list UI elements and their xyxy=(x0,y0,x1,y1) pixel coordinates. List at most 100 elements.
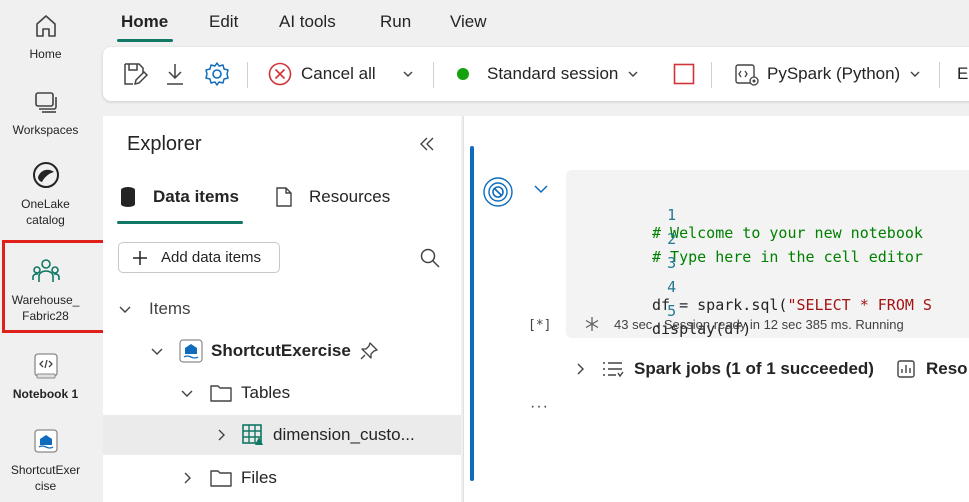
save-edit-icon xyxy=(124,63,149,86)
session-dropdown[interactable]: Standard session xyxy=(457,47,640,101)
cell-status-text: 43 sec - Session ready in 12 sec 385 ms.… xyxy=(614,316,904,332)
download-button[interactable] xyxy=(163,47,187,101)
job-list-icon xyxy=(603,362,624,378)
collapse-explorer-button[interactable] xyxy=(417,134,437,159)
cancel-circle-icon xyxy=(268,62,292,86)
collapse-cell-button[interactable] xyxy=(532,180,550,203)
tree-table-item[interactable]: dimension_custo... xyxy=(103,415,461,455)
session-status-dot xyxy=(457,68,469,80)
rail-onelake-catalog[interactable]: OneLake catalog xyxy=(0,160,91,228)
chevron-down-icon xyxy=(628,71,638,77)
overflow-label: En xyxy=(957,64,969,83)
running-asterisk-icon xyxy=(585,317,599,331)
table-shortcut-icon xyxy=(242,424,263,445)
stop-session-button[interactable] xyxy=(673,47,695,101)
home-icon xyxy=(35,15,56,37)
double-chevron-left-icon xyxy=(420,137,434,151)
pin-icon xyxy=(360,342,378,360)
rail-onelake-label: OneLake catalog xyxy=(21,197,70,227)
code-string: "SELECT * FROM S xyxy=(787,296,932,314)
chevron-right-icon xyxy=(218,429,225,441)
explorer-panel: Explorer Data items Resources Add data i… xyxy=(103,116,461,502)
add-data-items-label: Add data items xyxy=(161,249,262,266)
line-number: 2 xyxy=(667,230,677,248)
ribbon-separator xyxy=(247,62,248,88)
rail-workspaces[interactable]: Workspaces xyxy=(0,88,91,138)
top-tab-bar: Home Edit AI tools Run View xyxy=(91,0,969,44)
search-button[interactable] xyxy=(419,247,441,274)
cancel-all-label: Cancel all xyxy=(301,64,376,83)
tab-ai-tools[interactable]: AI tools xyxy=(279,12,336,32)
cancel-all-dropdown[interactable] xyxy=(401,47,415,101)
highlight-box xyxy=(2,240,110,333)
download-icon xyxy=(167,64,183,85)
resources-chart-icon xyxy=(897,360,915,378)
tree-folder-tables-label: Tables xyxy=(241,383,291,402)
onelake-catalog-icon xyxy=(32,162,59,188)
ribbon-separator xyxy=(939,62,940,88)
language-label: PySpark (Python) xyxy=(767,64,901,83)
lakehouse-icon xyxy=(33,429,58,453)
cancel-all-button[interactable]: Cancel all xyxy=(267,47,376,101)
execution-count: [*] xyxy=(528,318,552,333)
chevron-right-icon xyxy=(184,472,191,484)
language-dropdown[interactable]: PySpark (Python) xyxy=(733,47,922,101)
lakehouse-icon xyxy=(179,339,203,363)
ribbon-overflow-item[interactable]: En xyxy=(957,47,969,101)
language-python-icon xyxy=(735,64,759,86)
cancel-cell-run-button[interactable] xyxy=(482,176,514,213)
notebook-canvas: 1 # Welcome to your new notebook 2 # Typ… xyxy=(463,116,969,502)
tab-edit[interactable]: Edit xyxy=(209,12,238,32)
resources-label: Reso xyxy=(925,359,968,378)
line-number: 4 xyxy=(667,278,677,296)
chevron-right-icon xyxy=(577,363,584,375)
spark-jobs-label: Spark jobs (1 of 1 succeeded) xyxy=(634,359,874,378)
gear-icon xyxy=(205,62,229,86)
tab-resources[interactable]: Resources xyxy=(275,186,390,208)
chevron-down-icon xyxy=(181,390,193,397)
save-button[interactable] xyxy=(121,47,149,101)
tree-folder-files-label: Files xyxy=(241,468,277,487)
tree-folder-tables[interactable]: Tables xyxy=(103,373,461,413)
tab-run[interactable]: Run xyxy=(380,12,411,32)
workspaces-icon xyxy=(34,92,57,113)
tree-section-items[interactable]: Items xyxy=(103,289,461,329)
spark-jobs-toggle[interactable]: Spark jobs (1 of 1 succeeded) Reso xyxy=(572,359,968,379)
code-cell-editor[interactable]: 1 # Welcome to your new notebook 2 # Typ… xyxy=(566,170,969,338)
search-icon xyxy=(420,248,440,268)
add-data-items-button[interactable]: Add data items xyxy=(118,242,280,273)
database-icon xyxy=(121,187,135,207)
rail-notebook-label: Notebook 1 xyxy=(12,387,79,401)
more-options-button[interactable]: ··· xyxy=(530,398,549,416)
rail-home[interactable]: Home xyxy=(0,12,91,62)
tab-resources-label: Resources xyxy=(309,187,391,206)
subtab-active-indicator xyxy=(117,221,243,224)
tab-view[interactable]: View xyxy=(450,12,487,32)
folder-icon xyxy=(210,385,232,402)
tree-table-item-label: dimension_custo... xyxy=(273,425,415,444)
notebook-icon xyxy=(33,353,58,379)
cell-status-bar: 43 sec - Session ready in 12 sec 385 ms.… xyxy=(584,316,904,332)
tree-folder-files[interactable]: Files xyxy=(103,458,461,498)
ribbon-toolbar: Cancel all Standard session PySpark (Pyt… xyxy=(103,47,969,101)
active-cell-indicator xyxy=(470,146,474,481)
tab-home[interactable]: Home xyxy=(121,12,168,32)
code-text: # Type here in the cell editor xyxy=(652,248,923,266)
tree-item-lakehouse[interactable]: ShortcutExercise xyxy=(103,331,461,371)
settings-button[interactable] xyxy=(203,47,231,101)
tab-data-items[interactable]: Data items xyxy=(119,186,239,208)
tree-section-items-label: Items xyxy=(149,299,191,318)
stop-run-icon xyxy=(483,177,513,207)
rail-lakehouse[interactable]: ShortcutExer cise xyxy=(0,428,91,494)
session-label: Standard session xyxy=(487,64,619,83)
chevron-down-icon xyxy=(403,71,413,77)
ribbon-separator xyxy=(433,62,434,88)
line-number: 1 xyxy=(667,206,677,224)
rail-notebook[interactable]: Notebook 1 xyxy=(0,352,91,402)
code-text: # Welcome to your new notebook xyxy=(652,224,923,242)
rail-home-label: Home xyxy=(29,47,62,61)
chevron-down-icon xyxy=(534,185,548,194)
line-number: 3 xyxy=(667,254,677,272)
rail-workspaces-label: Workspaces xyxy=(12,123,79,137)
tree-item-lakehouse-label: ShortcutExercise xyxy=(211,341,351,360)
